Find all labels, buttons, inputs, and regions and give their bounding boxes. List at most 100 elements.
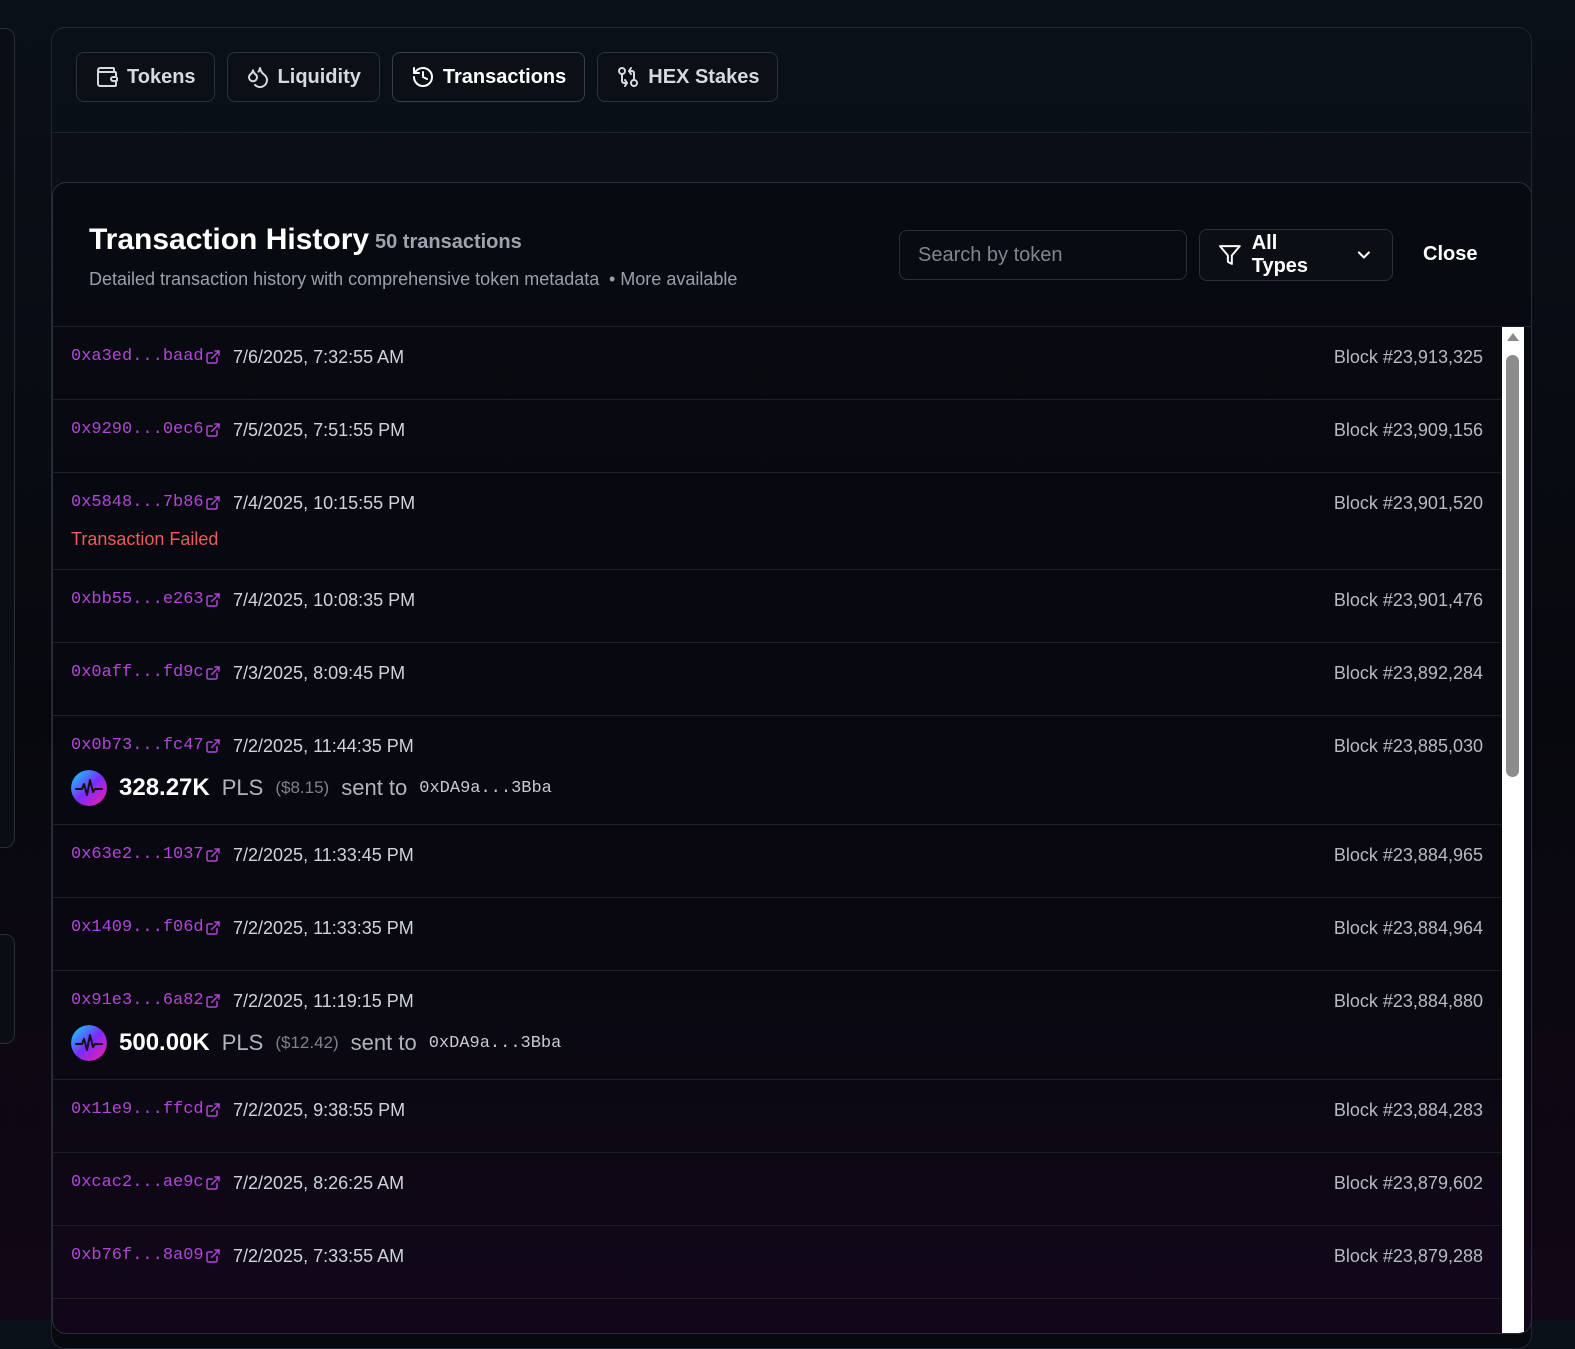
tx-date: 7/2/2025, 11:44:35 PM xyxy=(233,736,414,756)
tab-label: Transactions xyxy=(442,65,567,88)
transaction-row: 0x1409...f06d 7/2/2025, 11:33:35 PM Bloc… xyxy=(53,898,1501,971)
transaction-row: 0xbb55...e263 7/4/2025, 10:08:35 PM Bloc… xyxy=(53,570,1501,643)
scroll-up-arrow-icon[interactable] xyxy=(1507,333,1519,341)
external-link-icon[interactable] xyxy=(205,920,221,936)
tx-hash-link[interactable]: 0x0b73...fc47 xyxy=(71,736,204,755)
tx-block: Block #23,901,520 xyxy=(1333,493,1483,513)
token-symbol: PLS xyxy=(221,775,264,800)
tx-hash-link[interactable]: 0x11e9...ffcd xyxy=(71,1100,204,1119)
more-available-note: • More available xyxy=(609,269,738,289)
token-transfer: 500.00K PLS ($12.42) sent to 0xDA9a...3B… xyxy=(71,1025,561,1061)
tab-hex-stakes[interactable]: HEX Stakes xyxy=(597,52,779,102)
pls-token-icon xyxy=(71,770,107,806)
tab-label: Liquidity xyxy=(277,65,361,88)
search-input[interactable] xyxy=(899,230,1187,280)
filter-label: All Types xyxy=(1251,232,1309,277)
chevron-down-icon xyxy=(1358,251,1371,259)
transaction-row: 0x91e3...6a82 7/2/2025, 11:19:15 PM Bloc… xyxy=(53,971,1501,1080)
usd-value: ($8.15) xyxy=(275,778,330,797)
tx-hash-link[interactable]: 0x0aff...fd9c xyxy=(71,663,204,682)
external-link-icon[interactable] xyxy=(205,847,221,863)
transaction-row: 0x9290...0ec6 7/5/2025, 7:51:55 PM Block… xyxy=(53,400,1501,473)
git-compare-icon xyxy=(618,67,639,87)
tx-date: 7/2/2025, 11:33:35 PM xyxy=(233,918,414,938)
external-link-icon[interactable] xyxy=(205,738,221,754)
transaction-count: 50 transactions xyxy=(375,231,522,253)
tx-block: Block #23,879,602 xyxy=(1333,1173,1483,1193)
type-filter-dropdown[interactable]: All Types xyxy=(1199,229,1393,281)
tx-hash-link[interactable]: 0x91e3...6a82 xyxy=(71,991,204,1010)
tx-hash-link[interactable]: 0xa3ed...baad xyxy=(71,347,204,366)
tab-transactions[interactable]: Transactions xyxy=(391,52,586,102)
external-link-icon[interactable] xyxy=(205,665,221,681)
tab-label: Tokens xyxy=(127,65,196,88)
external-link-icon[interactable] xyxy=(205,1175,221,1191)
tx-hash-link[interactable]: 0xb76f...8a09 xyxy=(71,1246,204,1265)
tx-block: Block #23,884,283 xyxy=(1333,1100,1483,1120)
transaction-history-modal: Transaction History 50 transactions Deta… xyxy=(52,182,1532,1334)
tx-date: 7/4/2025, 10:08:35 PM xyxy=(233,590,416,610)
external-link-icon[interactable] xyxy=(205,993,221,1009)
recipient-address: 0xDA9a...3Bba xyxy=(419,778,552,798)
transfer-amount: 500.00K xyxy=(119,1029,210,1056)
external-link-icon[interactable] xyxy=(205,422,221,438)
tx-block: Block #23,884,964 xyxy=(1333,918,1483,938)
token-symbol: PLS xyxy=(221,1030,264,1055)
transaction-row: 0x5848...7b86 7/4/2025, 10:15:55 PM Bloc… xyxy=(53,473,1501,570)
side-panel-edge xyxy=(0,28,15,848)
tx-date: 7/3/2025, 8:09:45 PM xyxy=(233,663,406,683)
external-link-icon[interactable] xyxy=(205,349,221,365)
tx-hash-link[interactable]: 0x5848...7b86 xyxy=(71,493,204,512)
transaction-row: 0xb76f...8a09 7/2/2025, 7:33:55 AM Block… xyxy=(53,1226,1501,1299)
external-link-icon[interactable] xyxy=(205,1102,221,1118)
tx-date: 7/4/2025, 10:15:55 PM xyxy=(233,493,416,513)
tx-date: 7/2/2025, 11:19:15 PM xyxy=(233,991,414,1011)
history-icon xyxy=(412,67,433,87)
pls-token-icon xyxy=(71,1025,107,1061)
tx-hash-link[interactable]: 0x9290...0ec6 xyxy=(71,420,204,439)
transfer-action: sent to xyxy=(341,775,408,800)
tx-block: Block #23,913,325 xyxy=(1333,347,1483,367)
tab-label: HEX Stakes xyxy=(648,65,760,88)
transaction-row: 0x0b73...fc47 7/2/2025, 11:44:35 PM Bloc… xyxy=(53,716,1501,825)
modal-title: Transaction History xyxy=(89,223,370,256)
tx-block: Block #23,879,288 xyxy=(1333,1246,1483,1266)
external-link-icon[interactable] xyxy=(205,1248,221,1264)
tx-date: 7/2/2025, 7:33:55 AM xyxy=(233,1246,405,1266)
tab-tokens[interactable]: Tokens xyxy=(76,52,215,102)
recipient-address: 0xDA9a...3Bba xyxy=(428,1033,562,1053)
transfer-action: sent to xyxy=(350,1030,417,1055)
modal-subtitle: Detailed transaction history with compre… xyxy=(89,269,600,289)
tx-hash-link[interactable]: 0xcac2...ae9c xyxy=(71,1173,204,1192)
tx-date: 7/2/2025, 8:26:25 AM xyxy=(233,1173,405,1193)
external-link-icon[interactable] xyxy=(205,592,221,608)
droplets-icon xyxy=(247,67,268,88)
tx-hash-link[interactable]: 0x1409...f06d xyxy=(71,918,204,937)
tx-block: Block #23,892,284 xyxy=(1333,663,1483,683)
tab-liquidity[interactable]: Liquidity xyxy=(226,52,380,102)
tx-block: Block #23,884,880 xyxy=(1333,991,1483,1011)
tx-block: Block #23,901,476 xyxy=(1333,590,1483,610)
transaction-row: 0x0aff...fd9c 7/3/2025, 8:09:45 PM Block… xyxy=(53,643,1501,716)
tx-date: 7/2/2025, 9:38:55 PM xyxy=(233,1100,406,1120)
tx-date: 7/6/2025, 7:32:55 AM xyxy=(233,347,405,367)
filter-icon xyxy=(1218,245,1241,265)
tx-hash-link[interactable]: 0x63e2...1037 xyxy=(71,845,204,864)
tx-failed-status: Transaction Failed xyxy=(71,529,219,549)
wallet-icon xyxy=(97,67,118,87)
transaction-list: 0xa3ed...baad 7/6/2025, 7:32:55 AM Block… xyxy=(53,327,1501,1299)
divider xyxy=(52,132,1531,133)
external-link-icon[interactable] xyxy=(205,495,221,511)
scrollbar[interactable] xyxy=(1502,327,1524,1333)
token-transfer: 328.27K PLS ($8.15) sent to 0xDA9a...3Bb… xyxy=(71,770,552,806)
close-button[interactable]: Close xyxy=(1423,243,1477,266)
usd-value: ($12.42) xyxy=(275,1033,339,1052)
tx-block: Block #23,885,030 xyxy=(1333,736,1483,756)
tx-block: Block #23,909,156 xyxy=(1333,420,1483,440)
tx-hash-link[interactable]: 0xbb55...e263 xyxy=(71,590,204,609)
tx-date: 7/2/2025, 11:33:45 PM xyxy=(233,845,414,865)
transfer-amount: 328.27K xyxy=(119,774,210,801)
transaction-row: 0xcac2...ae9c 7/2/2025, 8:26:25 AM Block… xyxy=(53,1153,1501,1226)
scrollbar-thumb[interactable] xyxy=(1506,355,1519,777)
tx-date: 7/5/2025, 7:51:55 PM xyxy=(233,420,406,440)
